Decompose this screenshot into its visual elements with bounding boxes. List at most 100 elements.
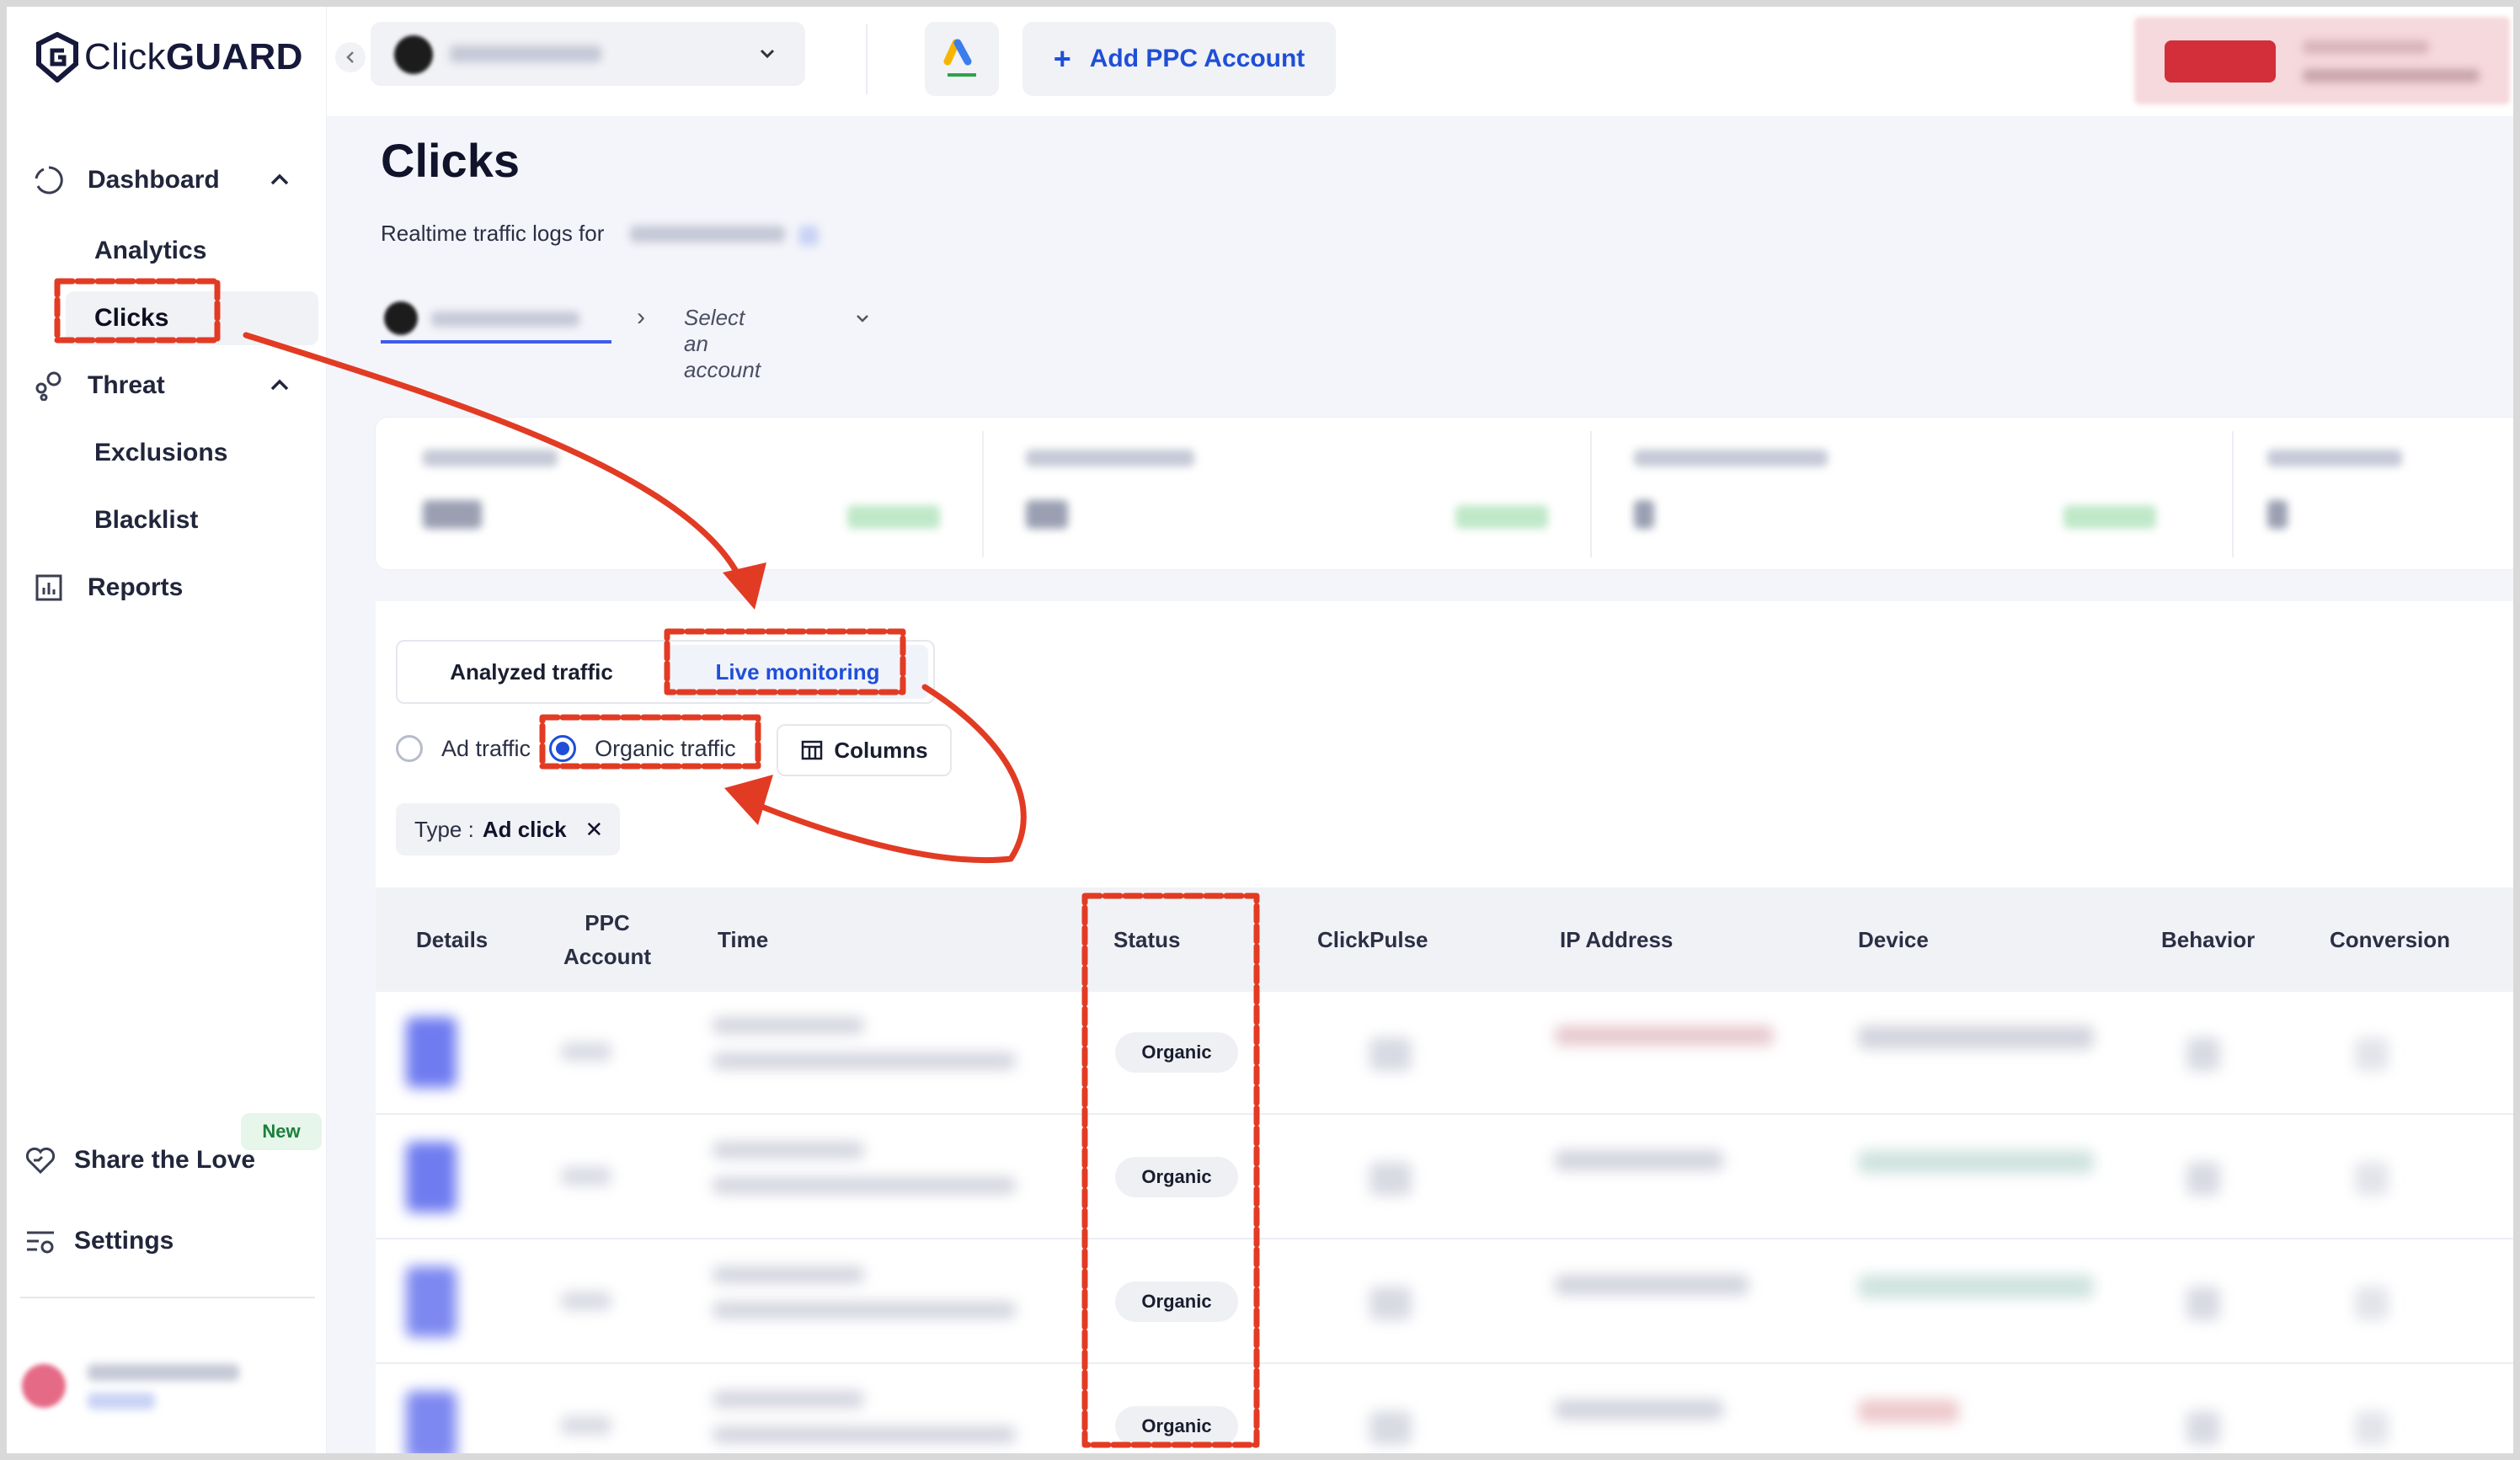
sidebar-item-label: Analytics [94, 237, 207, 264]
column-header-clickpulse[interactable]: ClickPulse [1317, 887, 1428, 992]
sidebar-item-reports[interactable]: Reports [32, 561, 310, 615]
column-header-ip-address[interactable]: IP Address [1560, 887, 1673, 992]
subtitle-text: Realtime traffic logs for [381, 221, 605, 246]
user-name-redacted [88, 1364, 239, 1381]
table-row[interactable]: Organic [376, 992, 2513, 1115]
topbar-divider [866, 24, 868, 94]
user-account-menu[interactable] [19, 1345, 322, 1430]
app-window: ClickGUARD Dashboard Analytics Clicks Th… [7, 7, 2513, 1453]
copy-icon[interactable] [798, 226, 819, 246]
traffic-type-filter: Ad traffic Organic traffic [396, 719, 736, 778]
breadcrumb-account[interactable] [381, 293, 611, 344]
chevron-down-icon[interactable] [852, 308, 873, 328]
clickguard-logo[interactable]: ClickGUARD [35, 32, 303, 83]
radio-label: Organic traffic [595, 735, 736, 761]
google-ads-button[interactable] [925, 22, 999, 96]
sidebar-item-label: Reports [88, 573, 184, 601]
google-ads-icon [943, 39, 976, 77]
user-role-redacted [88, 1393, 155, 1409]
sidebar-item-label: Settings [74, 1227, 174, 1255]
chevron-right-icon: › [637, 303, 645, 331]
page-title: Clicks [381, 134, 520, 187]
sidebar: ClickGUARD Dashboard Analytics Clicks Th… [7, 7, 327, 1453]
close-icon[interactable]: ✕ [585, 817, 604, 843]
sidebar-item-label: Threat [88, 371, 165, 399]
column-header-behavior[interactable]: Behavior [2161, 887, 2255, 992]
details-icon[interactable] [406, 1017, 456, 1088]
impersonating-label-redacted [2303, 40, 2429, 54]
subtitle-domain-redacted [630, 226, 785, 242]
radio-ad-traffic[interactable]: Ad traffic [396, 735, 531, 762]
add-ppc-account-button[interactable]: + Add PPC Account [1022, 22, 1336, 96]
stat-suspicious-bots [1592, 418, 2232, 569]
sidebar-item-label: Share the Love [74, 1146, 256, 1174]
details-icon[interactable] [406, 1266, 456, 1337]
collapse-sidebar-button[interactable] [335, 42, 366, 72]
details-icon[interactable] [406, 1142, 456, 1212]
status-badge: Organic [1115, 1406, 1238, 1447]
impersonated-user-redacted [2303, 69, 2480, 83]
radio-button-selected[interactable] [549, 735, 577, 762]
sidebar-item-exclusions[interactable]: Exclusions [66, 426, 318, 480]
select-account-dropdown[interactable]: Select an account [684, 305, 761, 383]
sidebar-item-share-the-love[interactable]: Share the Love [24, 1143, 255, 1177]
column-header-time[interactable]: Time [718, 887, 768, 992]
radio-button[interactable] [396, 735, 423, 762]
table-row[interactable]: Organic [376, 1116, 2513, 1239]
sidebar-item-analytics[interactable]: Analytics [66, 224, 318, 278]
columns-label: Columns [834, 737, 928, 763]
account-selector[interactable] [371, 22, 805, 86]
stat-malicious-bots [2234, 418, 2513, 569]
column-header-conversion[interactable]: Conversion [2330, 887, 2450, 992]
account-avatar [394, 35, 433, 74]
sidebar-item-settings[interactable]: Settings [24, 1224, 174, 1258]
chevron-down-icon [760, 49, 775, 59]
table-row[interactable]: Organic [376, 1241, 2513, 1364]
column-header-ppc-account[interactable]: PPC Account [544, 887, 670, 992]
column-header-status[interactable]: Status [1113, 887, 1180, 992]
filter-chip-value: Ad click [482, 816, 567, 842]
account-avatar [384, 301, 418, 335]
details-icon[interactable] [406, 1391, 456, 1453]
chevron-up-icon[interactable] [266, 372, 293, 399]
sidebar-item-blacklist[interactable]: Blacklist [66, 493, 318, 547]
tab-live-monitoring[interactable]: Live monitoring [667, 645, 928, 699]
sidebar-item-clicks[interactable]: Clicks [66, 291, 318, 345]
table-row[interactable]: Organic [376, 1366, 2513, 1453]
radio-organic-traffic[interactable]: Organic traffic [549, 735, 736, 762]
traffic-panel: Analyzed traffic Live monitoring Ad traf… [376, 601, 2513, 1453]
traffic-tabs: Analyzed traffic Live monitoring [396, 640, 935, 704]
chevron-left-icon [346, 51, 354, 63]
avatar [22, 1364, 66, 1408]
sidebar-item-threat[interactable]: Threat [32, 359, 310, 413]
threat-icon [32, 369, 66, 402]
status-badge: Organic [1115, 1281, 1238, 1322]
reports-icon [32, 571, 66, 605]
sidebar-divider [20, 1297, 315, 1298]
heart-handshake-icon [24, 1143, 57, 1177]
sidebar-item-label: Exclusions [94, 439, 228, 466]
stats-summary-card [376, 418, 2513, 569]
sidebar-item-label: Clicks [94, 304, 169, 332]
chevron-up-icon[interactable] [266, 167, 293, 194]
logo-text: ClickGUARD [84, 36, 303, 77]
sidebar-item-dashboard[interactable]: Dashboard [32, 153, 310, 207]
filter-chip-key: Type : [414, 816, 474, 842]
add-ppc-account-label: Add PPC Account [1089, 45, 1305, 72]
topbar: + Add PPC Account [327, 7, 2513, 116]
page-subtitle: Realtime traffic logs for [381, 221, 604, 247]
columns-button[interactable]: Columns [777, 724, 952, 776]
radio-label: Ad traffic [441, 735, 531, 761]
filter-chip-type: Type : Ad click ✕ [396, 803, 620, 855]
stat-normal-bots [984, 418, 1590, 569]
settings-sliders-icon [24, 1224, 57, 1258]
stat-total-clicks [376, 418, 982, 569]
table-columns-icon [802, 740, 823, 760]
column-header-line: Account [563, 944, 651, 969]
main-content: Clicks Realtime traffic logs for › Selec… [327, 116, 2513, 1453]
column-header-details[interactable]: Details [416, 887, 488, 992]
tab-analyzed-traffic[interactable]: Analyzed traffic [403, 645, 660, 699]
column-header-device[interactable]: Device [1858, 887, 1929, 992]
sidebar-item-label: Blacklist [94, 506, 199, 534]
exit-impersonation-button[interactable] [2165, 40, 2276, 83]
